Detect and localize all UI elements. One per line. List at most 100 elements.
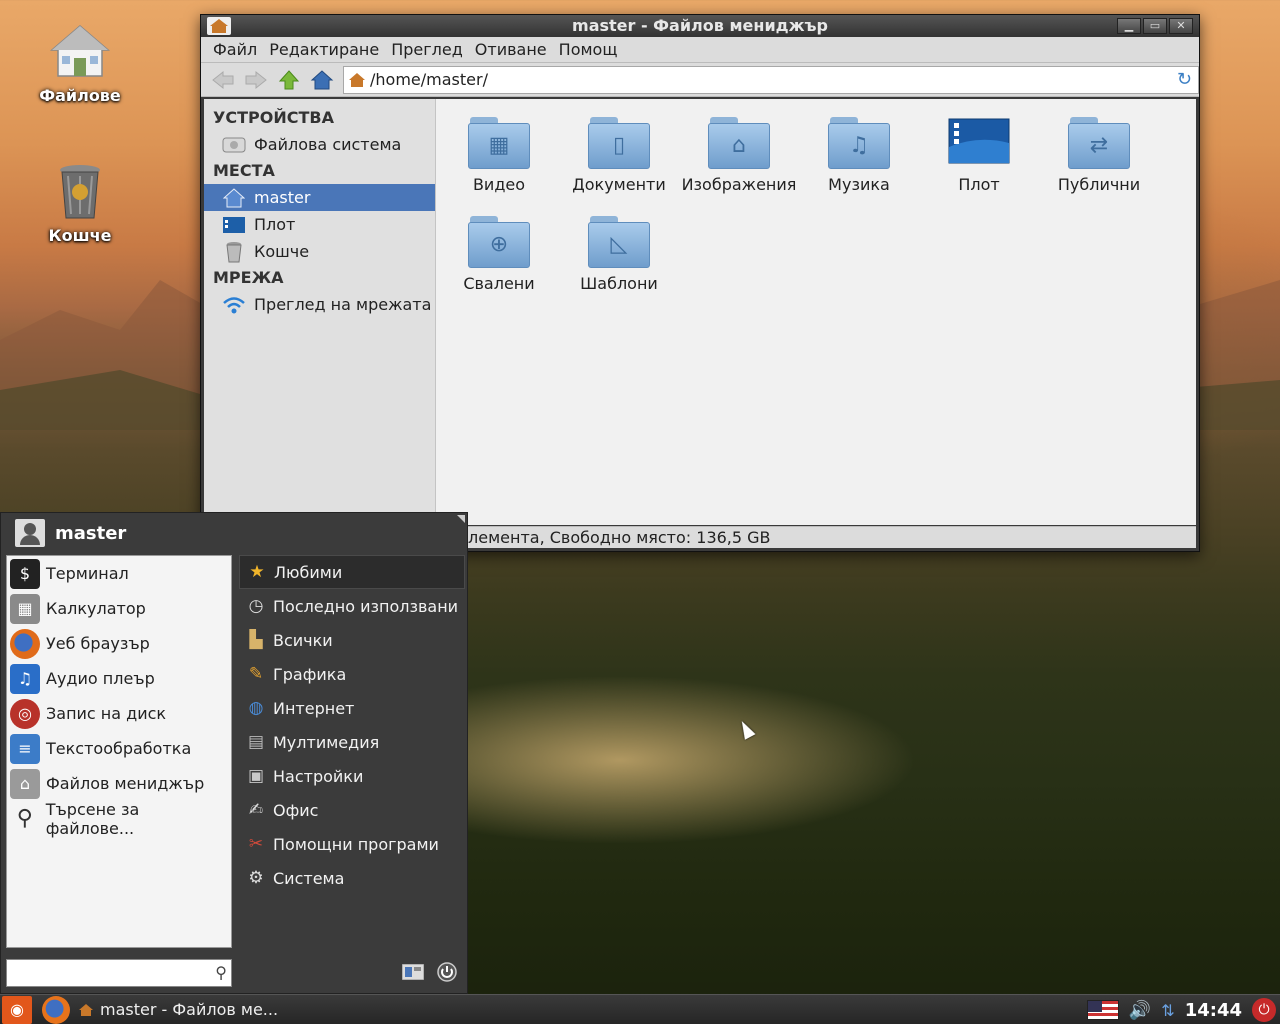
category-graphics[interactable]: ✎ Графика <box>239 657 465 691</box>
app-disc-burner[interactable]: ◎ Запис на диск <box>7 696 231 731</box>
arrow-up-icon <box>278 69 299 89</box>
logout-button[interactable] <box>435 961 459 983</box>
app-label: Терминал <box>46 564 129 583</box>
window-title: master - Файлов мениджър <box>572 16 828 35</box>
calculator-icon: ▦ <box>10 593 40 624</box>
app-text-editor[interactable]: ≡ Текстообработка <box>7 731 231 766</box>
utilities-icon: ✂ <box>248 834 264 854</box>
start-menu-button[interactable]: ◉ <box>2 995 32 1024</box>
menu-help[interactable]: Помощ <box>553 40 624 59</box>
app-search-files[interactable]: ⚲ Търсене за файлове... <box>7 799 231 838</box>
graphics-icon: ✎ <box>248 664 264 684</box>
favorite-apps-list: $ Терминал ▦ Калкулатор Уеб браузър ♫ Аудио… <box>6 555 232 948</box>
menu-search-field[interactable]: ⚲ <box>6 959 232 987</box>
video-folder-icon: ▦ <box>468 117 530 169</box>
category-label: Графика <box>273 664 347 684</box>
maximize-button[interactable]: ▭ <box>1143 18 1167 34</box>
app-file-manager[interactable]: ⌂ Файлов мениджър <box>7 766 231 801</box>
settings-manager-button[interactable] <box>401 961 425 983</box>
category-utilities[interactable]: ✂ Помощни програми <box>239 827 465 861</box>
menu-edit[interactable]: Редактиране <box>263 40 385 59</box>
sidebar-item-desktop[interactable]: Плот <box>204 211 435 238</box>
app-label: Търсене за файлове... <box>45 799 140 838</box>
reload-icon[interactable]: ↻ <box>1177 70 1192 89</box>
app-web-browser[interactable]: Уеб браузър <box>7 626 231 661</box>
category-label: Всички <box>273 630 333 650</box>
app-label: Аудио плеър <box>46 669 155 688</box>
toolbar: /home/master/ ↻ <box>201 63 1199 97</box>
internet-icon: ◍ <box>248 698 264 718</box>
desktop-icon-home[interactable]: Файлове <box>30 22 130 105</box>
folder-documents[interactable]: ▯ Документи <box>559 117 679 194</box>
folder-templates[interactable]: ◺ Шаблони <box>559 216 679 293</box>
folder-music[interactable]: ♫ Музика <box>799 117 919 194</box>
close-button[interactable]: ✕ <box>1169 18 1193 34</box>
category-all[interactable]: ▙ Всички <box>239 623 465 657</box>
window-titlebar[interactable]: master - Файлов мениджър ▁ ▭ ✕ <box>201 15 1199 37</box>
avatar[interactable] <box>15 519 45 547</box>
menu-go[interactable]: Отиване <box>469 40 553 59</box>
category-list: ★ Любими ◷ Последно използвани ▙ Всички ✎ Гр… <box>239 555 465 935</box>
home-small-icon <box>79 1003 93 1016</box>
category-recent[interactable]: ◷ Последно използвани <box>239 589 465 623</box>
documents-folder-icon: ▯ <box>588 117 650 169</box>
menu-file[interactable]: Файл <box>207 40 263 59</box>
firefox-launcher-icon[interactable] <box>42 995 70 1024</box>
minimize-button[interactable]: ▁ <box>1117 18 1141 34</box>
app-terminal[interactable]: $ Терминал <box>7 556 231 591</box>
sidebar-item-label: Плот <box>254 215 296 234</box>
folder-downloads[interactable]: ⊕ Свалени <box>439 216 559 293</box>
clock[interactable]: 14:44 <box>1185 1000 1242 1021</box>
multimedia-icon: ▤ <box>247 732 265 752</box>
sidebar-item-trash[interactable]: Кошче <box>204 238 435 265</box>
window-home-icon[interactable] <box>207 17 231 35</box>
category-system[interactable]: ⚙ Система <box>239 861 465 895</box>
location-bar[interactable]: /home/master/ ↻ <box>343 65 1199 94</box>
folder-label: Видео <box>472 175 526 194</box>
arrow-left-icon <box>211 70 233 89</box>
home-button[interactable] <box>308 66 335 94</box>
clock-icon: ◷ <box>248 596 264 616</box>
category-settings[interactable]: ▣ Настройки <box>239 759 465 793</box>
search-icon: ⚲ <box>215 963 227 982</box>
sidebar-item-network[interactable]: Преглед на мрежата <box>204 291 435 318</box>
folder-public[interactable]: ⇄ Публични <box>1039 117 1159 194</box>
category-multimedia[interactable]: ▤ Мултимедия <box>239 725 465 759</box>
sidebar-item-label: Преглед на мрежата <box>254 295 432 314</box>
app-calculator[interactable]: ▦ Калкулатор <box>7 591 231 626</box>
desktop-icon-trash[interactable]: Кошче <box>30 162 130 245</box>
menu-view[interactable]: Преглед <box>385 40 469 59</box>
category-label: Система <box>273 868 345 888</box>
trash-icon <box>222 241 246 263</box>
resize-corner-icon[interactable] <box>457 515 465 523</box>
file-manager-icon: ⌂ <box>10 768 40 799</box>
office-icon: ✍ <box>248 800 264 820</box>
forward-button[interactable] <box>242 66 269 94</box>
back-button[interactable] <box>209 66 236 94</box>
category-office[interactable]: ✍ Офис <box>239 793 465 827</box>
desktop-icon <box>222 214 246 236</box>
search-input[interactable] <box>11 960 201 984</box>
category-favorites[interactable]: ★ Любими <box>239 555 465 589</box>
volume-icon[interactable]: 🔊 <box>1129 1000 1151 1021</box>
file-manager-window: master - Файлов мениджър ▁ ▭ ✕ Файл Реда… <box>200 14 1200 552</box>
menubar: Файл Редактиране Преглед Отиване Помощ <box>201 37 1199 63</box>
folder-pictures[interactable]: ⌂ Изображения <box>679 117 799 194</box>
up-button[interactable] <box>275 66 302 94</box>
taskbar-task-file-manager[interactable]: master - Файлов ме... <box>78 996 286 1024</box>
category-internet[interactable]: ◍ Интернет <box>239 691 465 725</box>
keyboard-layout-flag-icon[interactable] <box>1086 1000 1119 1020</box>
sidebar-item-master[interactable]: master <box>204 184 435 211</box>
power-icon[interactable]: ⏻ <box>1252 998 1276 1022</box>
sidebar-item-filesystem[interactable]: Файлова система <box>204 131 435 158</box>
folder-videos[interactable]: ▦ Видео <box>439 117 559 194</box>
home-icon <box>310 69 333 89</box>
app-audio-player[interactable]: ♫ Аудио плеър <box>7 661 231 696</box>
file-view: ▦ Видео ▯ Документи ⌂ Изображения ♫ Музи… <box>436 99 1196 525</box>
folder-desktop[interactable]: Плот <box>919 117 1039 194</box>
location-path: /home/master/ <box>370 70 488 89</box>
category-label: Интернет <box>273 698 355 718</box>
mouse-cursor-icon <box>736 718 756 740</box>
pictures-folder-icon: ⌂ <box>708 117 770 169</box>
network-icon[interactable]: ⇅ <box>1161 1001 1174 1020</box>
